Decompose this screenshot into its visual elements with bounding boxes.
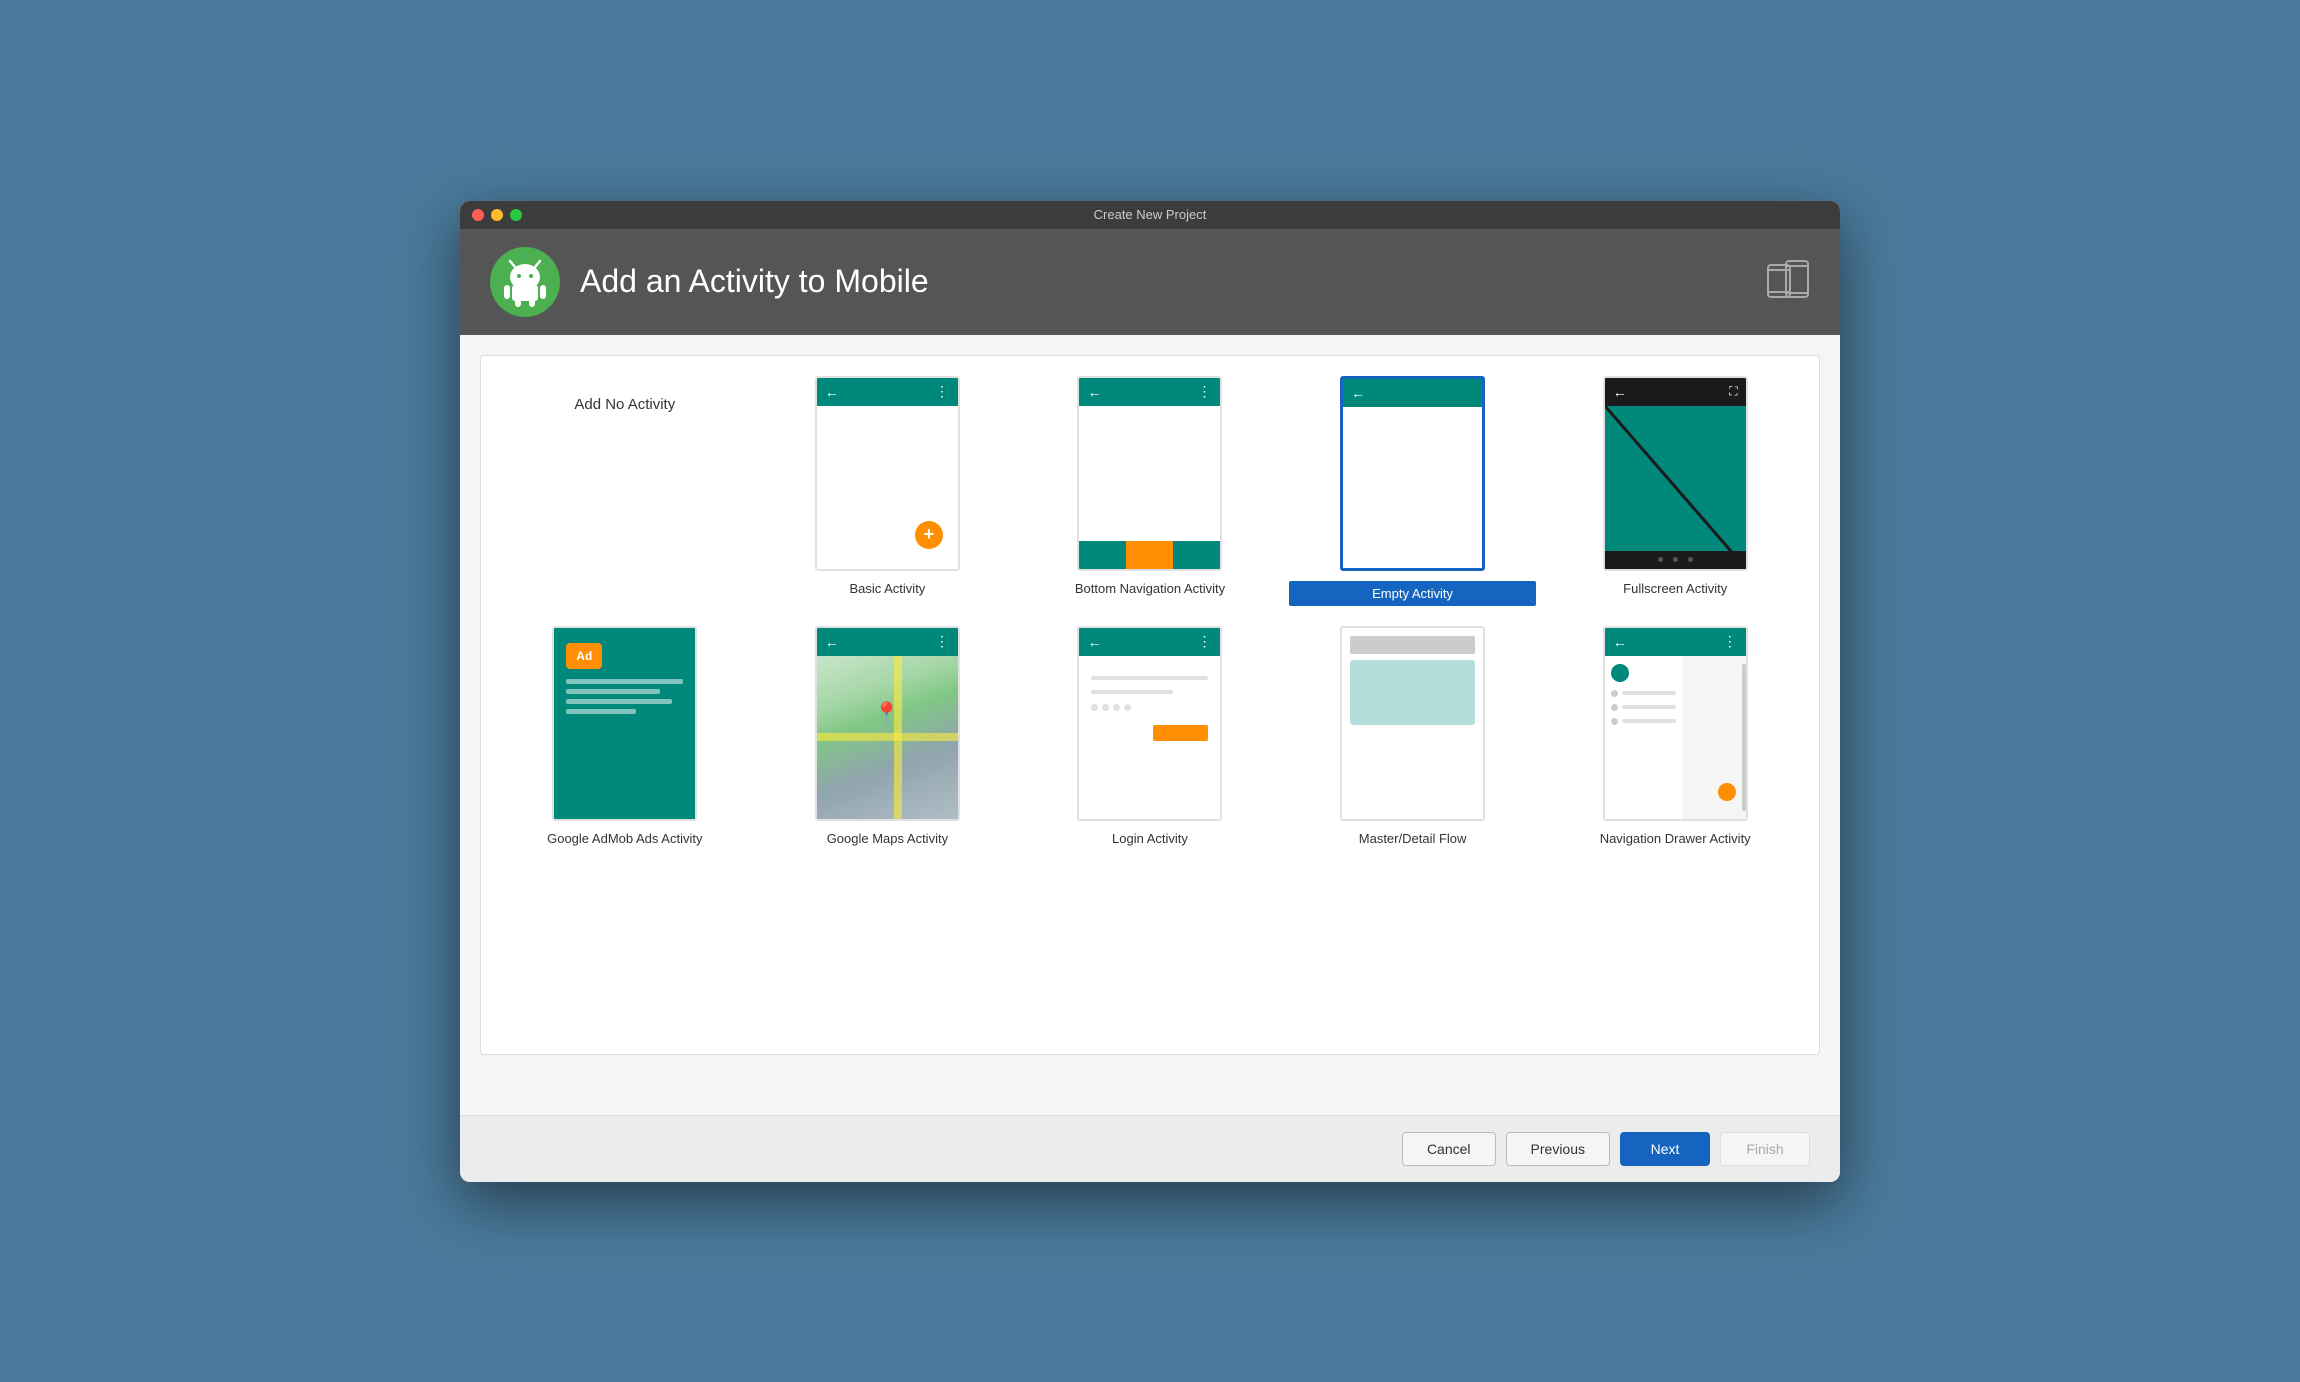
login-activity-thumb: ← ⋮ [1077, 626, 1222, 821]
activity-item-login[interactable]: ← ⋮ [1026, 626, 1274, 846]
content-area: Add No Activity ← ⋮ + Basic Activity [460, 335, 1840, 1115]
diagonal-line [1605, 406, 1746, 569]
android-logo [490, 247, 560, 317]
title-bar: Create New Project [460, 201, 1840, 229]
masterdetail-activity-thumb [1340, 626, 1485, 821]
admob-activity-label: Google AdMob Ads Activity [547, 831, 702, 846]
back-arrow-icon: ← [1351, 385, 1365, 401]
back-arrow-icon: ← [825, 384, 839, 400]
traffic-lights [472, 209, 522, 221]
navdrawer-activity-thumb: ← ⋮ [1603, 626, 1748, 821]
header: Add an Activity to Mobile [460, 229, 1840, 335]
device-icon [1766, 257, 1810, 306]
cancel-button[interactable]: Cancel [1402, 1132, 1496, 1166]
header-title: Add an Activity to Mobile [580, 263, 929, 300]
fullscreen-activity-label: Fullscreen Activity [1623, 581, 1727, 596]
activity-item-navdrawer[interactable]: ← ⋮ [1551, 626, 1799, 846]
login-activity-label: Login Activity [1112, 831, 1188, 846]
back-arrow-icon: ← [1613, 634, 1627, 650]
mobile-tablet-icon [1766, 257, 1810, 301]
menu-dots-icon: ⋮ [1197, 633, 1212, 650]
back-arrow-icon: ← [1087, 384, 1101, 400]
back-arrow-icon: ← [1087, 634, 1101, 650]
admob-activity-thumb: Ad [552, 626, 697, 821]
menu-dots-icon: ⋮ [1723, 633, 1738, 650]
finish-button[interactable]: Finish [1720, 1132, 1810, 1166]
maps-activity-label: Google Maps Activity [827, 831, 948, 846]
activity-item-fullscreen[interactable]: ← ⛶ [1551, 376, 1799, 606]
android-icon [500, 257, 550, 307]
header-left: Add an Activity to Mobile [490, 247, 929, 317]
maps-activity-thumb: ← ⋮ 📍 [815, 626, 960, 821]
empty-activity-thumb: ← [1340, 376, 1485, 571]
activity-item-empty[interactable]: ← Empty Activity [1289, 376, 1537, 606]
activity-item-maps[interactable]: ← ⋮ 📍 Google Maps Activity [764, 626, 1012, 846]
close-button[interactable] [472, 209, 484, 221]
activity-item-basic[interactable]: ← ⋮ + Basic Activity [764, 376, 1012, 606]
minimize-button[interactable] [491, 209, 503, 221]
basic-activity-thumb: ← ⋮ + [815, 376, 960, 571]
menu-dots-icon: ⋮ [935, 383, 950, 400]
maximize-button[interactable] [510, 209, 522, 221]
masterdetail-activity-label: Master/Detail Flow [1359, 831, 1467, 846]
fullscreen-activity-thumb: ← ⛶ [1603, 376, 1748, 571]
footer: Cancel Previous Next Finish [460, 1115, 1840, 1182]
empty-activity-selected-label: Empty Activity [1289, 581, 1537, 606]
activity-item-no-activity[interactable]: Add No Activity [501, 376, 749, 606]
bottomnav-activity-thumb: ← ⋮ [1077, 376, 1222, 571]
basic-activity-label: Basic Activity [849, 581, 925, 596]
back-arrow-icon: ← [825, 634, 839, 650]
no-activity-label: Add No Activity [574, 396, 675, 413]
activity-item-bottomnav[interactable]: ← ⋮ Bottom Navigation Activity [1026, 376, 1274, 606]
menu-dots-icon: ⋮ [1197, 383, 1212, 400]
bottomnav-activity-label: Bottom Navigation Activity [1075, 581, 1225, 596]
previous-button[interactable]: Previous [1506, 1132, 1610, 1166]
activity-grid: Add No Activity ← ⋮ + Basic Activity [480, 355, 1820, 1055]
back-arrow-icon: ← [1613, 384, 1627, 400]
map-pin-icon: 📍 [873, 701, 900, 727]
expand-icon: ⛶ [1729, 384, 1737, 399]
window-title: Create New Project [1094, 207, 1207, 222]
activity-item-admob[interactable]: Ad Google AdMob Ads Activity [501, 626, 749, 846]
fab-icon: + [915, 521, 943, 549]
next-button[interactable]: Next [1620, 1132, 1710, 1166]
activity-item-masterdetail[interactable]: Master/Detail Flow [1289, 626, 1537, 846]
navdrawer-activity-label: Navigation Drawer Activity [1600, 831, 1751, 846]
main-window: Create New Project [460, 201, 1840, 1182]
menu-dots-icon: ⋮ [935, 633, 950, 650]
